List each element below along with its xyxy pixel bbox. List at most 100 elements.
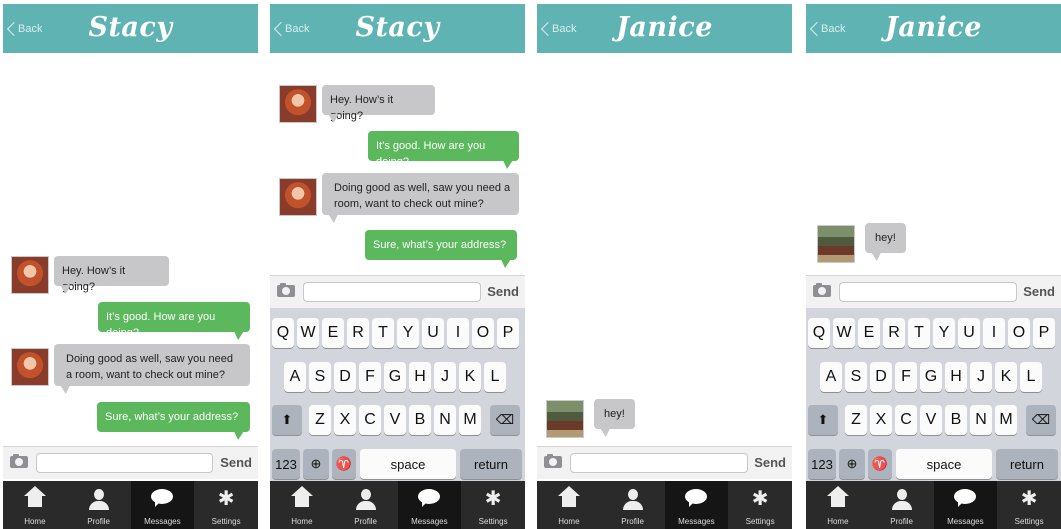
globe-key[interactable]: ⊕: [303, 449, 329, 479]
camera-icon[interactable]: [10, 454, 28, 468]
tab-home[interactable]: Home: [270, 481, 334, 529]
tab-settings[interactable]: ✱ Settings: [194, 481, 258, 529]
stacy-avatar[interactable]: [11, 348, 49, 386]
key-o[interactable]: O: [472, 318, 494, 348]
key-h[interactable]: H: [945, 362, 967, 392]
shift-key[interactable]: ⬆: [808, 405, 838, 435]
send-button[interactable]: Send: [220, 455, 252, 470]
key-s[interactable]: S: [309, 362, 331, 392]
tab-settings[interactable]: ✱ Settings: [997, 481, 1061, 529]
key-q[interactable]: Q: [808, 318, 830, 348]
key-u[interactable]: U: [422, 318, 444, 348]
key-x[interactable]: X: [870, 405, 892, 435]
shift-key[interactable]: ⬆: [272, 405, 302, 435]
key-a[interactable]: A: [284, 362, 306, 392]
key-k[interactable]: K: [995, 362, 1017, 392]
key-i[interactable]: I: [983, 318, 1005, 348]
space-key[interactable]: space: [896, 449, 992, 479]
key-e[interactable]: E: [858, 318, 880, 348]
space-key[interactable]: space: [360, 449, 456, 479]
tab-messages[interactable]: Messages: [933, 481, 998, 529]
key-p[interactable]: P: [497, 318, 519, 348]
key-l[interactable]: L: [484, 362, 506, 392]
camera-icon[interactable]: [277, 283, 295, 297]
key-y[interactable]: Y: [933, 318, 955, 348]
send-button[interactable]: Send: [1023, 284, 1055, 299]
tab-messages[interactable]: Messages: [664, 481, 729, 529]
message-input[interactable]: [303, 282, 481, 302]
key-f[interactable]: F: [895, 362, 917, 392]
stacy-avatar[interactable]: [279, 178, 317, 216]
key-g[interactable]: G: [384, 362, 406, 392]
camera-icon[interactable]: [813, 283, 831, 297]
key-k[interactable]: K: [459, 362, 481, 392]
delete-key[interactable]: ⌫: [490, 405, 520, 435]
key-t[interactable]: T: [908, 318, 930, 348]
send-button[interactable]: Send: [754, 455, 786, 470]
key-t[interactable]: T: [372, 318, 394, 348]
tab-settings[interactable]: ✱ Settings: [461, 481, 525, 529]
key-n[interactable]: N: [970, 405, 992, 435]
tab-settings[interactable]: ✱ Settings: [728, 481, 792, 529]
tab-messages[interactable]: Messages: [130, 481, 195, 529]
key-g[interactable]: G: [920, 362, 942, 392]
key-v[interactable]: V: [920, 405, 942, 435]
key-w[interactable]: W: [297, 318, 319, 348]
tab-profile[interactable]: Profile: [601, 481, 665, 529]
key-y[interactable]: Y: [397, 318, 419, 348]
key-q[interactable]: Q: [272, 318, 294, 348]
key-m[interactable]: M: [995, 405, 1017, 435]
key-i[interactable]: I: [447, 318, 469, 348]
key-w[interactable]: W: [833, 318, 855, 348]
key-d[interactable]: D: [870, 362, 892, 392]
send-button[interactable]: Send: [487, 284, 519, 299]
key-f[interactable]: F: [359, 362, 381, 392]
message-input[interactable]: [570, 453, 748, 473]
key-d[interactable]: D: [334, 362, 356, 392]
camera-icon[interactable]: [544, 454, 562, 468]
key-m[interactable]: M: [459, 405, 481, 435]
tab-profile[interactable]: Profile: [67, 481, 131, 529]
key-l[interactable]: L: [1020, 362, 1042, 392]
key-s[interactable]: S: [845, 362, 867, 392]
key-r[interactable]: R: [347, 318, 369, 348]
tab-home[interactable]: Home: [806, 481, 870, 529]
janice-avatar[interactable]: [817, 225, 855, 263]
tab-messages[interactable]: Messages: [397, 481, 462, 529]
dictation-key[interactable]: ♈: [332, 449, 356, 479]
key-c[interactable]: C: [359, 405, 381, 435]
tab-home[interactable]: Home: [537, 481, 601, 529]
key-x[interactable]: X: [334, 405, 356, 435]
key-n[interactable]: N: [434, 405, 456, 435]
key-c[interactable]: C: [895, 405, 917, 435]
key-a[interactable]: A: [820, 362, 842, 392]
tab-profile[interactable]: Profile: [334, 481, 398, 529]
key-b[interactable]: B: [945, 405, 967, 435]
tab-home[interactable]: Home: [3, 481, 67, 529]
key-o[interactable]: O: [1008, 318, 1030, 348]
numbers-key[interactable]: 123: [808, 449, 836, 479]
tab-profile[interactable]: Profile: [870, 481, 934, 529]
key-p[interactable]: P: [1033, 318, 1055, 348]
return-key[interactable]: return: [996, 449, 1058, 479]
key-u[interactable]: U: [958, 318, 980, 348]
stacy-avatar[interactable]: [279, 85, 317, 123]
key-b[interactable]: B: [409, 405, 431, 435]
key-z[interactable]: Z: [845, 405, 867, 435]
key-e[interactable]: E: [322, 318, 344, 348]
message-input[interactable]: [36, 453, 213, 473]
key-j[interactable]: J: [970, 362, 992, 392]
janice-avatar[interactable]: [546, 400, 584, 438]
key-h[interactable]: H: [409, 362, 431, 392]
message-input[interactable]: [839, 282, 1017, 302]
key-v[interactable]: V: [384, 405, 406, 435]
globe-key[interactable]: ⊕: [839, 449, 865, 479]
key-z[interactable]: Z: [309, 405, 331, 435]
stacy-avatar[interactable]: [11, 256, 49, 294]
numbers-key[interactable]: 123: [272, 449, 300, 479]
key-r[interactable]: R: [883, 318, 905, 348]
return-key[interactable]: return: [460, 449, 522, 479]
key-j[interactable]: J: [434, 362, 456, 392]
delete-key[interactable]: ⌫: [1026, 405, 1056, 435]
dictation-key[interactable]: ♈: [868, 449, 892, 479]
